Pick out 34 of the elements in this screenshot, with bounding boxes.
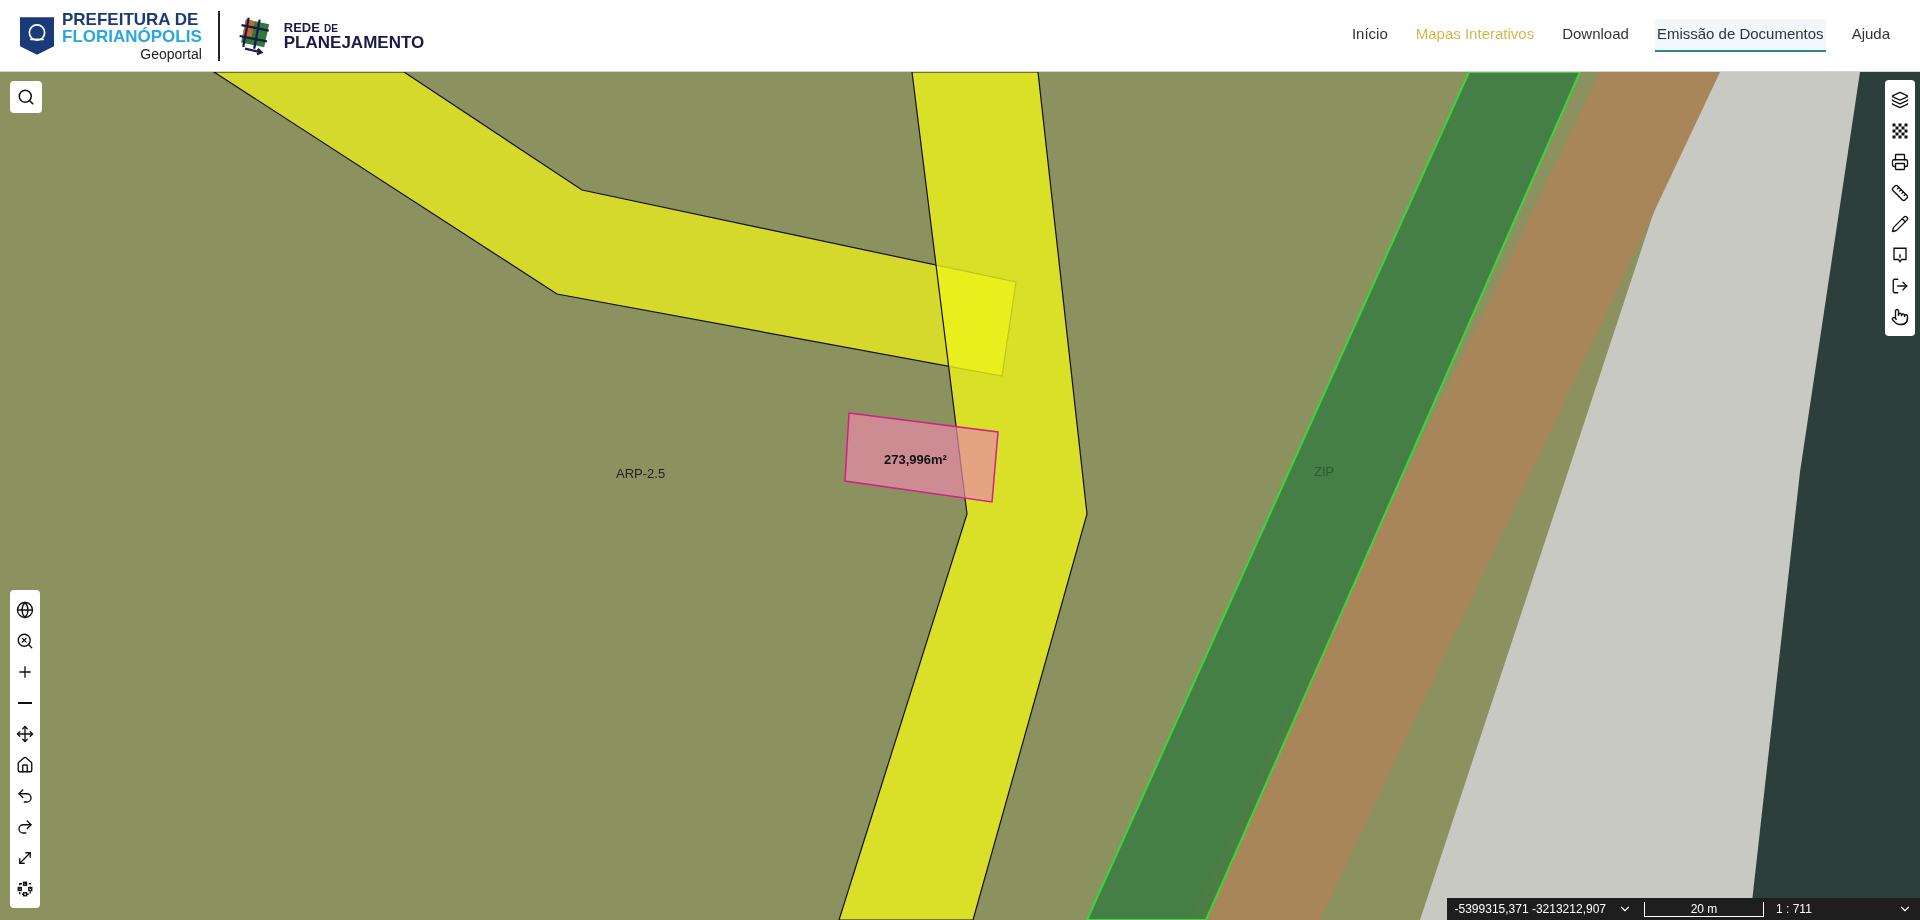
brand-city: FLORIANÓPOLIS <box>62 27 202 45</box>
partner-connector: DE <box>323 23 338 34</box>
layers-icon <box>1891 90 1909 109</box>
scale-readout: 1 : 711 <box>1776 901 1813 918</box>
globe-icon <box>16 600 34 619</box>
redo-icon <box>16 817 34 836</box>
pan-icon <box>16 724 34 743</box>
map-label: ARP-2.5 <box>616 465 666 483</box>
pencil-icon <box>1891 214 1909 233</box>
zoom-extent-icon <box>16 631 34 650</box>
print-icon <box>1891 152 1909 171</box>
info-icon <box>1891 245 1909 264</box>
city-crest-icon <box>20 16 54 55</box>
ruler-icon <box>1891 183 1909 202</box>
brand-subtitle: Geoportal <box>140 46 202 61</box>
nav-link[interactable]: Emissão de Documentos <box>1654 19 1826 52</box>
search-icon <box>17 88 35 106</box>
hand-pointer-icon <box>1891 307 1909 326</box>
map-label: 273,996m² <box>884 451 947 469</box>
exit-icon <box>1891 276 1909 295</box>
search-button[interactable] <box>10 81 42 113</box>
partner-title: REDE <box>283 20 320 34</box>
nav-link[interactable]: Download <box>1560 19 1631 52</box>
nav-link[interactable]: Ajuda <box>1849 19 1892 52</box>
nav-link[interactable]: Início <box>1349 19 1390 52</box>
home-icon <box>16 755 34 774</box>
brand-title: PREFEITURA DE <box>62 10 199 28</box>
partner-name: PLANEJAMENTO <box>283 33 425 51</box>
zoom-out-icon <box>16 701 34 704</box>
undo-icon <box>16 786 34 805</box>
coordinates-readout: -5399315,371 -3213212,907 <box>1454 901 1606 918</box>
scale-bar: 20 m <box>1644 901 1764 917</box>
select-icon <box>16 879 34 898</box>
checker-icon <box>1891 121 1909 140</box>
